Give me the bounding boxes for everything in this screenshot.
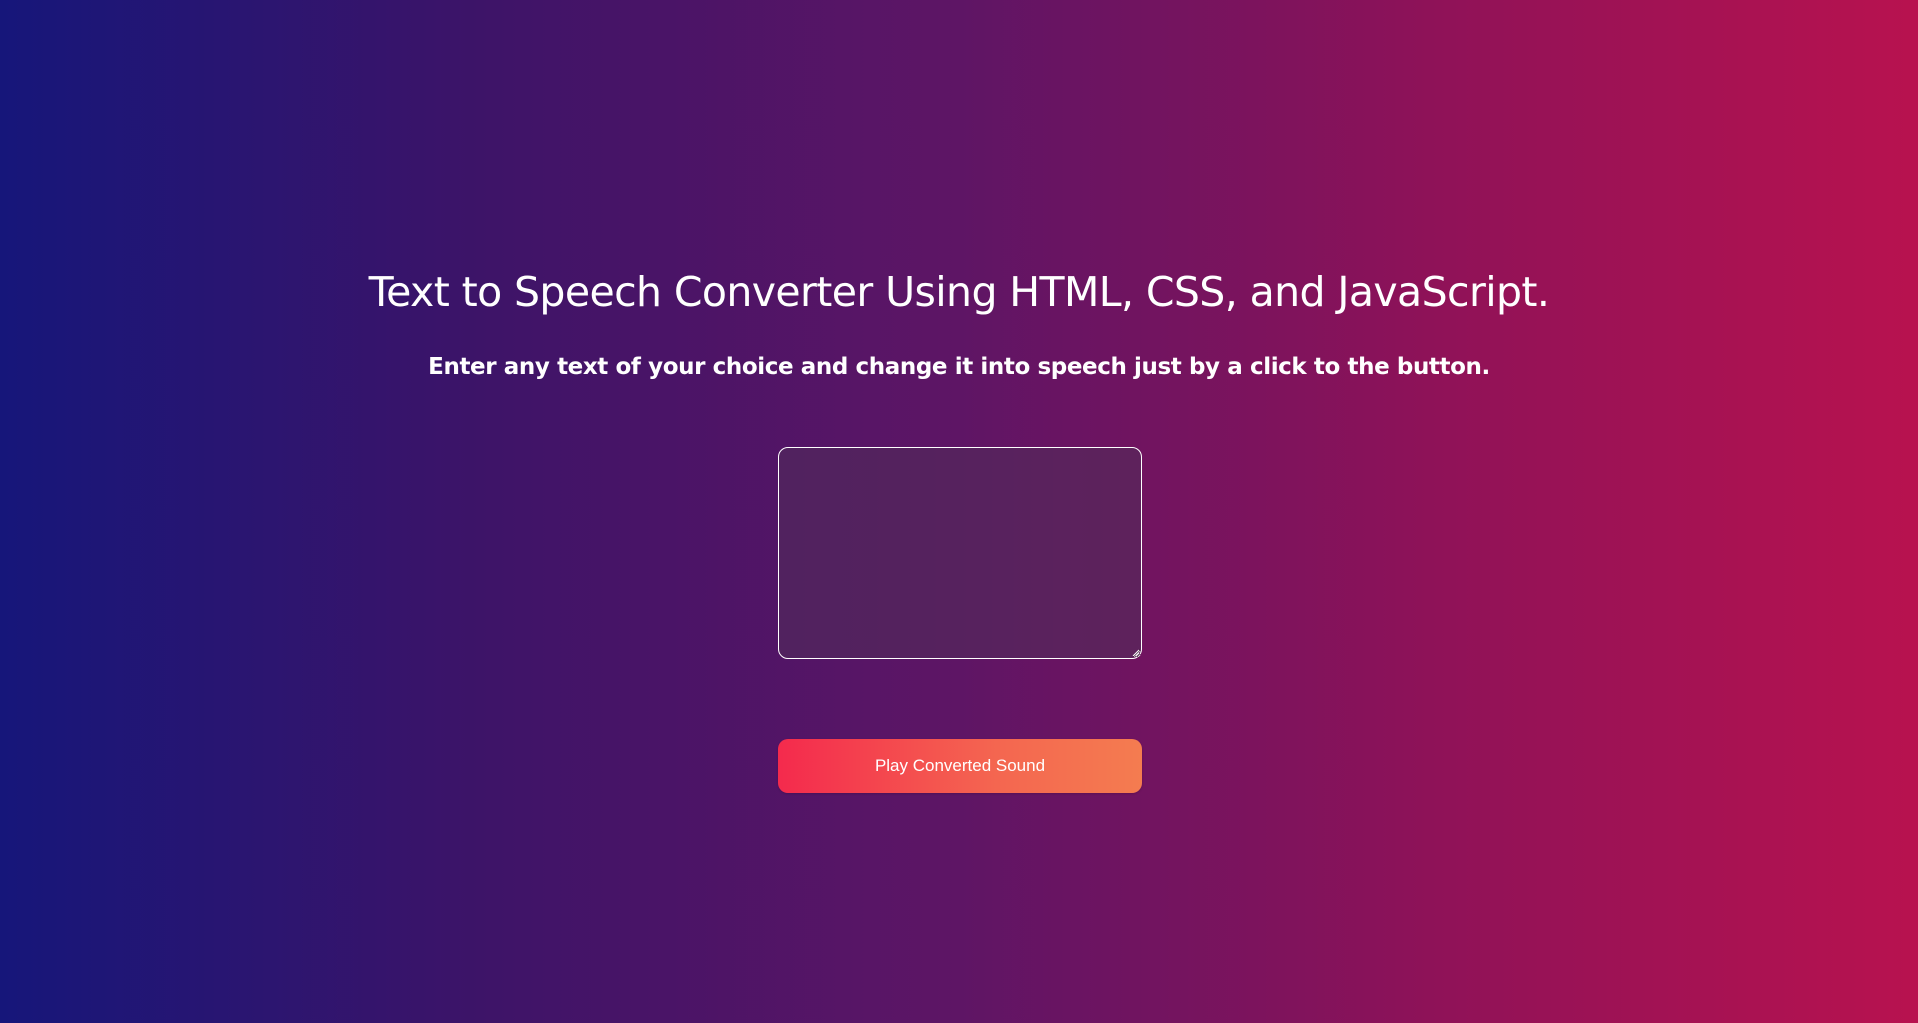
resize-handle-icon[interactable] — [1131, 648, 1140, 657]
page: Text to Speech Converter Using HTML, CSS… — [0, 0, 1918, 1023]
play-converted-sound-button[interactable]: Play Converted Sound — [778, 739, 1142, 793]
page-subtitle: Enter any text of your choice and change… — [428, 354, 1490, 380]
page-title: Text to Speech Converter Using HTML, CSS… — [368, 268, 1550, 316]
text-input[interactable] — [778, 447, 1142, 659]
